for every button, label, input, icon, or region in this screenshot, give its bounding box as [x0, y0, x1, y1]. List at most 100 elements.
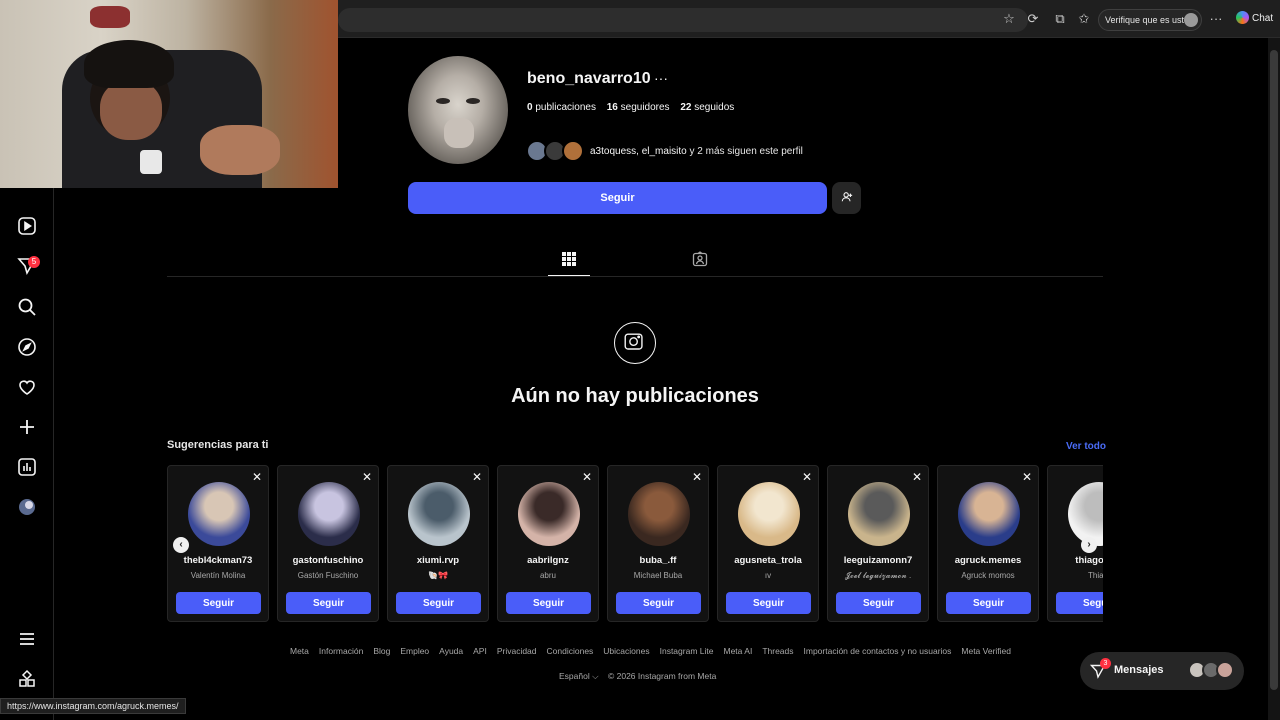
menu-hamburger-icon[interactable]	[17, 629, 37, 649]
dismiss-icon[interactable]: ✕	[472, 470, 482, 484]
dismiss-icon[interactable]: ✕	[582, 470, 592, 484]
profile-avatar[interactable]	[17, 497, 37, 517]
see-all-link[interactable]: Ver todo	[1066, 441, 1106, 452]
carousel-prev-button[interactable]: ‹	[173, 537, 189, 553]
message-avatar	[1216, 661, 1234, 679]
footer-link[interactable]: Empleo	[400, 646, 429, 656]
suggestion-follow-button[interactable]: Seguir	[176, 592, 261, 614]
posts-count: 0	[527, 102, 533, 113]
profile-options-icon[interactable]: ···	[654, 70, 668, 86]
explore-compass-icon[interactable]	[17, 337, 37, 357]
carousel-next-button[interactable]: ›	[1081, 537, 1097, 553]
language-selector[interactable]: Español ⌵	[559, 671, 599, 681]
suggestion-username[interactable]: buba_.ff	[608, 555, 708, 566]
heart-icon[interactable]	[17, 377, 37, 397]
footer-link[interactable]: Meta Verified	[961, 646, 1011, 656]
suggestion-follow-button[interactable]: Seguir	[616, 592, 701, 614]
suggestion-username[interactable]: agruck.memes	[938, 555, 1038, 566]
dismiss-icon[interactable]: ✕	[252, 470, 262, 484]
dismiss-icon[interactable]: ✕	[1022, 470, 1032, 484]
suggestion-follow-button[interactable]: Seguir	[1056, 592, 1103, 614]
footer-link[interactable]: Meta AI	[723, 646, 752, 656]
reels-icon[interactable]	[17, 216, 37, 236]
scrollbar-thumb[interactable]	[1270, 50, 1278, 690]
footer-links: Meta Información Blog Empleo Ayuda API Privaci…	[290, 646, 1011, 656]
profile-stats: 0 publicaciones 16 seguidores 22 seguido…	[527, 102, 734, 113]
create-plus-icon[interactable]	[17, 417, 37, 437]
extensions-icon[interactable]: ⟳	[1025, 11, 1041, 27]
mutual-followers-names[interactable]: a3toquess, el_maisito	[590, 146, 687, 157]
search-icon[interactable]	[17, 297, 37, 317]
following-label[interactable]: seguidos	[694, 102, 734, 113]
follow-button[interactable]: Seguir	[408, 182, 827, 214]
suggestion-username[interactable]: thebl4ckman73	[168, 555, 268, 566]
suggestion-card[interactable]: ✕ agruck.memes Agruck momos Seguir	[937, 465, 1039, 622]
suggestion-avatar[interactable]	[298, 482, 360, 546]
footer-link[interactable]: Importación de contactos y no usuarios	[804, 646, 952, 656]
mutual-avatar	[562, 140, 584, 162]
suggestion-username[interactable]: agusneta_trola	[718, 555, 818, 566]
dismiss-icon[interactable]: ✕	[362, 470, 372, 484]
favorites-icon[interactable]: ✩	[1076, 11, 1092, 27]
suggestion-avatar[interactable]	[1068, 482, 1103, 546]
suggestion-username[interactable]: leeguizamonn7	[828, 555, 928, 566]
suggestion-username[interactable]: thiagooo_	[1048, 555, 1103, 566]
footer-link[interactable]: Ayuda	[439, 646, 463, 656]
suggestion-avatar[interactable]	[628, 482, 690, 546]
suggestion-follow-button[interactable]: Seguir	[396, 592, 481, 614]
suggestion-username[interactable]: gastonfuschino	[278, 555, 378, 566]
suggestion-card[interactable]: ✕ xiumi.rvp 🐚🎀 Seguir	[387, 465, 489, 622]
dashboard-icon[interactable]	[17, 457, 37, 477]
following-count[interactable]: 22	[680, 102, 691, 113]
messages-button[interactable]: 3 Mensajes	[1080, 652, 1244, 690]
footer-link[interactable]: Instagram Lite	[660, 646, 714, 656]
star-icon[interactable]: ☆	[1001, 11, 1017, 27]
profile-picture[interactable]	[408, 56, 508, 164]
footer-link[interactable]: Meta	[290, 646, 309, 656]
suggestion-follow-button[interactable]: Seguir	[506, 592, 591, 614]
suggestion-card[interactable]: ✕ agusneta_trola ıv Seguir	[717, 465, 819, 622]
followers-count[interactable]: 16	[607, 102, 618, 113]
suggestion-username[interactable]: aabrilgnz	[498, 555, 598, 566]
address-bar[interactable]	[338, 8, 1028, 32]
suggestion-username[interactable]: xiumi.rvp	[388, 555, 488, 566]
suggestion-card[interactable]: ✕ buba_.ff Michael Buba Seguir	[607, 465, 709, 622]
footer-link[interactable]: Blog	[373, 646, 390, 656]
copilot-chat-button[interactable]: Chat	[1236, 11, 1273, 24]
suggestion-follow-button[interactable]: Seguir	[726, 592, 811, 614]
mutual-followers-text[interactable]: a3toquess, el_maisito y 2 más siguen est…	[590, 146, 803, 157]
suggestion-avatar[interactable]	[848, 482, 910, 546]
footer-link[interactable]: Información	[319, 646, 363, 656]
mutual-followers-avatars[interactable]	[526, 140, 586, 162]
dismiss-icon[interactable]: ✕	[912, 470, 922, 484]
suggestion-card[interactable]: ✕ gastonfuschino Gastón Fuschino Seguir	[277, 465, 379, 622]
more-menu-icon[interactable]: ···	[1208, 11, 1224, 27]
messages-badge: 3	[1100, 658, 1111, 669]
suggestion-card[interactable]: ✕ aabrilgnz abru Seguir	[497, 465, 599, 622]
suggestion-follow-button[interactable]: Seguir	[836, 592, 921, 614]
footer-link[interactable]: Ubicaciones	[603, 646, 649, 656]
verify-profile-button[interactable]: Verifique que es usted	[1098, 9, 1202, 31]
tagged-tab-icon[interactable]	[692, 251, 708, 267]
suggestion-avatar[interactable]	[738, 482, 800, 546]
posts-grid-tab-icon[interactable]	[561, 251, 577, 267]
dismiss-icon[interactable]: ✕	[692, 470, 702, 484]
suggestion-follow-button[interactable]: Seguir	[946, 592, 1031, 614]
suggestion-avatar[interactable]	[188, 482, 250, 546]
profile-username: beno_navarro10	[527, 70, 651, 87]
more-apps-icon[interactable]	[17, 669, 37, 689]
suggestion-card[interactable]: ✕ leeguizamonn7 𝓙𝓸𝓮𝓵 𝓵𝓮𝓰𝓾𝓲𝔃𝓪𝓶𝓸𝓷 . Seguir	[827, 465, 929, 622]
dismiss-icon[interactable]: ✕	[802, 470, 812, 484]
suggestion-avatar[interactable]	[408, 482, 470, 546]
suggestion-follow-button[interactable]: Seguir	[286, 592, 371, 614]
suggestion-avatar[interactable]	[518, 482, 580, 546]
notifications-badge: 5	[28, 256, 40, 268]
footer-link[interactable]: Condiciones	[547, 646, 594, 656]
footer-link[interactable]: API	[473, 646, 487, 656]
similar-accounts-button[interactable]	[832, 182, 861, 214]
followers-label[interactable]: seguidores	[621, 102, 670, 113]
footer-link[interactable]: Threads	[762, 646, 793, 656]
suggestion-avatar[interactable]	[958, 482, 1020, 546]
split-screen-icon[interactable]: ⧉	[1052, 11, 1068, 27]
footer-link[interactable]: Privacidad	[497, 646, 537, 656]
